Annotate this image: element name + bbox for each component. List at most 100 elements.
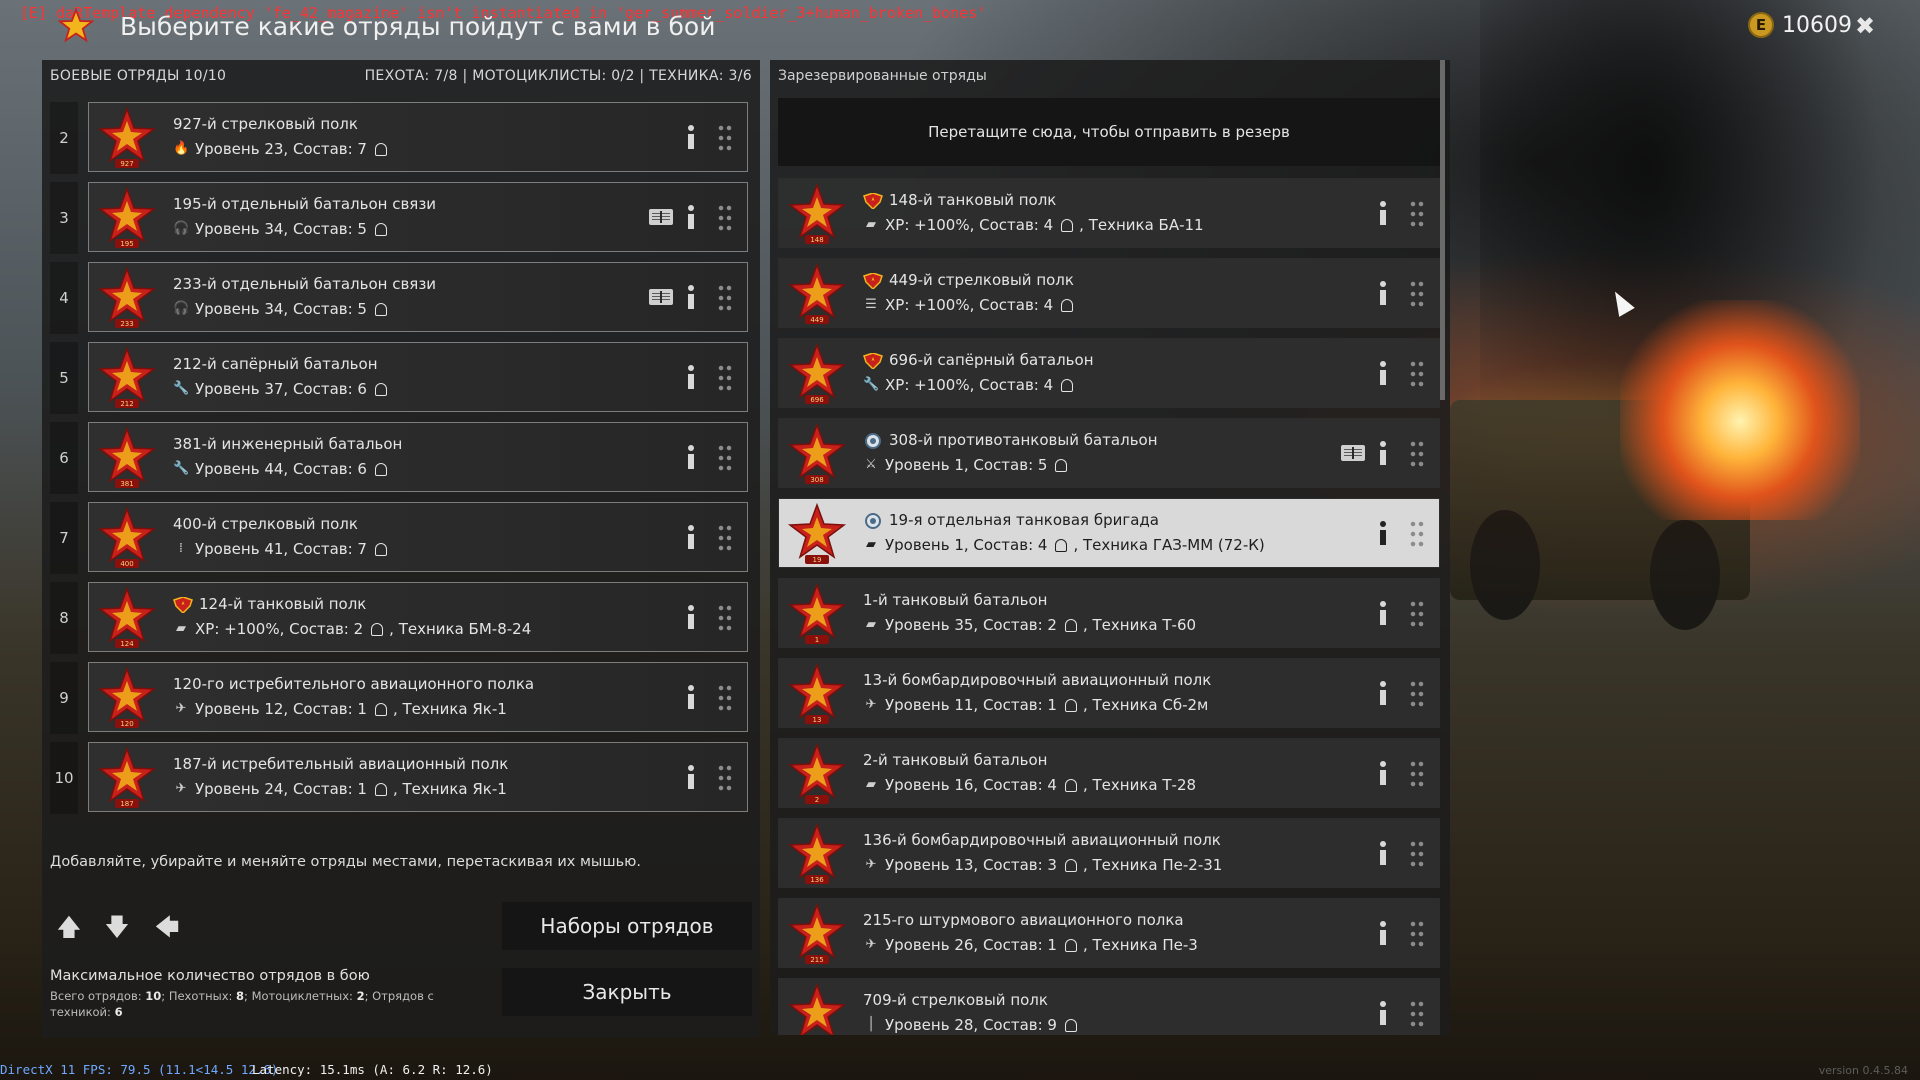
drag-handle-icon[interactable]	[1409, 279, 1425, 309]
squad-row[interactable]: 6 381 381-й инженерный батальон 🔧 Уровен…	[50, 422, 752, 494]
squad-card[interactable]: 187 187-й истребительный авиационный пол…	[88, 742, 748, 812]
squad-row[interactable]: 136 136-й бомбардировочный авиационный п…	[778, 818, 1440, 890]
arrow-left-icon[interactable]: 🡄	[152, 912, 182, 942]
squad-row[interactable]: 2 927 927-й стрелковый полк 🔥 Уровень 23…	[50, 102, 752, 174]
squad-card[interactable]: 148 148-й танковый полк ▰ XP: +100%, Сос…	[778, 178, 1440, 248]
squad-row[interactable]: 148 148-й танковый полк ▰ XP: +100%, Сос…	[778, 178, 1440, 250]
info-icon[interactable]	[1377, 841, 1389, 867]
info-icon[interactable]	[1377, 521, 1389, 547]
reserve-scrollbar[interactable]	[1440, 60, 1445, 400]
info-icon[interactable]	[685, 205, 697, 231]
info-icon[interactable]	[1377, 1001, 1389, 1027]
squad-row[interactable]: 308 308-й противотанковый батальон ⚔ Уро…	[778, 418, 1440, 490]
drag-handle-icon[interactable]	[717, 203, 733, 233]
info-icon[interactable]	[685, 365, 697, 391]
info-icon[interactable]	[1377, 761, 1389, 787]
info-icon[interactable]	[1377, 921, 1389, 947]
squad-row[interactable]: 8 124 124-й танковый полк ▰ XP: +100%, С…	[50, 582, 752, 654]
info-icon[interactable]	[685, 525, 697, 551]
reserve-dropzone[interactable]: Перетащите сюда, чтобы отправить в резер…	[778, 98, 1440, 166]
tank-icon: ▰	[866, 217, 876, 232]
drag-handle-icon[interactable]	[717, 603, 733, 633]
squad-card[interactable]: 2 2-й танковый батальон ▰ Уровень 16, Со…	[778, 738, 1440, 808]
squad-row[interactable]: 1 1-й танковый батальон ▰ Уровень 35, Со…	[778, 578, 1440, 650]
squad-card[interactable]: 212 212-й сапёрный батальон 🔧 Уровень 37…	[88, 342, 748, 412]
info-icon[interactable]	[685, 285, 697, 311]
drag-handle-icon[interactable]	[717, 763, 733, 793]
squad-badge-number: 136	[810, 876, 824, 884]
squad-card[interactable]: 13 13-й бомбардировочный авиационный пол…	[778, 658, 1440, 728]
drag-handle-icon[interactable]	[717, 363, 733, 393]
squad-row[interactable]: 13 13-й бомбардировочный авиационный пол…	[778, 658, 1440, 730]
squad-card[interactable]: 1 1-й танковый батальон ▰ Уровень 35, Со…	[778, 578, 1440, 648]
drag-handle-icon[interactable]	[1409, 519, 1425, 549]
info-icon[interactable]	[1377, 361, 1389, 387]
arrow-up-icon[interactable]: 🡅	[54, 912, 84, 942]
info-icon[interactable]	[685, 685, 697, 711]
info-icon[interactable]	[1377, 201, 1389, 227]
drag-handle-icon[interactable]	[1409, 839, 1425, 869]
drag-handle-icon[interactable]	[1409, 439, 1425, 469]
fps-counter: DirectX 11 FPS: 79.5 (11.1<14.5 12.6)	[0, 1062, 279, 1077]
drag-handle-icon[interactable]	[717, 123, 733, 153]
squad-card[interactable]: 215 215-го штурмового авиационного полка…	[778, 898, 1440, 968]
drag-handle-icon[interactable]	[1409, 599, 1425, 629]
squad-card[interactable]: 124 124-й танковый полк ▰ XP: +100%, Сос…	[88, 582, 748, 652]
squad-card[interactable]: 195 195-й отдельный батальон связи 🎧 Уро…	[88, 182, 748, 252]
squad-card[interactable]: 709-й стрелковый полк │ Уровень 28, Сост…	[778, 978, 1440, 1035]
squad-row[interactable]: 2 2-й танковый батальон ▰ Уровень 16, Со…	[778, 738, 1440, 810]
max-squads-title: Максимальное количество отрядов в бою	[50, 968, 370, 984]
book-icon[interactable]	[649, 289, 673, 305]
squad-row[interactable]: 4 233 233-й отдельный батальон связи 🎧 У…	[50, 262, 752, 334]
squad-card[interactable]: 120 120-го истребительного авиационного …	[88, 662, 748, 732]
squad-stats: ▰ XP: +100%, Состав: 2 , Техника БМ-8-24	[173, 620, 531, 638]
squad-card[interactable]: 19 19-я отдельная танковая бригада ▰ Уро…	[778, 498, 1440, 568]
squad-card[interactable]: 381 381-й инженерный батальон 🔧 Уровень …	[88, 422, 748, 492]
drag-handle-icon[interactable]	[1409, 359, 1425, 389]
squad-vehicle: , Техника ГАЗ-ММ (72-К)	[1073, 536, 1265, 554]
squad-row[interactable]: 10 187 187-й истребительный авиационный …	[50, 742, 752, 814]
squad-row[interactable]: 449 449-й стрелковый полк ☰ XP: +100%, С…	[778, 258, 1440, 330]
squad-card[interactable]: 308 308-й противотанковый батальон ⚔ Уро…	[778, 418, 1440, 488]
squad-card[interactable]: 449 449-й стрелковый полк ☰ XP: +100%, С…	[778, 258, 1440, 328]
info-icon[interactable]	[1377, 441, 1389, 467]
squad-card[interactable]: 927 927-й стрелковый полк 🔥 Уровень 23, …	[88, 102, 748, 172]
squad-row[interactable]: 215 215-го штурмового авиационного полка…	[778, 898, 1440, 970]
drag-handle-icon[interactable]	[1409, 919, 1425, 949]
squad-card[interactable]: 696 696-й сапёрный батальон 🔧 XP: +100%,…	[778, 338, 1440, 408]
drag-handle-icon[interactable]	[717, 523, 733, 553]
book-icon[interactable]	[1341, 445, 1365, 461]
squad-name: 449-й стрелковый полк	[889, 271, 1074, 289]
drag-handle-icon[interactable]	[717, 283, 733, 313]
drag-handle-icon[interactable]	[1409, 999, 1425, 1029]
drag-handle-icon[interactable]	[717, 443, 733, 473]
squad-name: 212-й сапёрный батальон	[173, 355, 378, 373]
info-icon[interactable]	[685, 605, 697, 631]
info-icon[interactable]	[1377, 281, 1389, 307]
drag-handle-icon[interactable]	[1409, 759, 1425, 789]
info-icon[interactable]	[1377, 681, 1389, 707]
info-icon[interactable]	[685, 125, 697, 151]
squad-row[interactable]: 7 400 400-й стрелковый полк ⁞ Уровень 41…	[50, 502, 752, 574]
squad-card[interactable]: 136 136-й бомбардировочный авиационный п…	[778, 818, 1440, 888]
info-icon[interactable]	[685, 445, 697, 471]
squad-card[interactable]: 233 233-й отдельный батальон связи 🎧 Уро…	[88, 262, 748, 332]
info-icon[interactable]	[685, 765, 697, 791]
close-icon[interactable]: ✖	[1855, 12, 1875, 40]
drag-handle-icon[interactable]	[1409, 679, 1425, 709]
arrow-down-icon[interactable]: 🡇	[102, 912, 132, 942]
info-icon[interactable]	[1377, 601, 1389, 627]
drag-handle-icon[interactable]	[1409, 199, 1425, 229]
squad-card[interactable]: 400 400-й стрелковый полк ⁞ Уровень 41, …	[88, 502, 748, 572]
squad-row[interactable]: 9 120 120-го истребительного авиационног…	[50, 662, 752, 734]
book-icon[interactable]	[649, 209, 673, 225]
drag-handle-icon[interactable]	[717, 683, 733, 713]
squad-row[interactable]: 19 19-я отдельная танковая бригада ▰ Уро…	[778, 498, 1440, 570]
squad-row[interactable]: 5 212 212-й сапёрный батальон 🔧 Уровень …	[50, 342, 752, 414]
squad-row[interactable]: 3 195 195-й отдельный батальон связи 🎧 У…	[50, 182, 752, 254]
squad-row[interactable]: 696 696-й сапёрный батальон 🔧 XP: +100%,…	[778, 338, 1440, 410]
squad-row[interactable]: 709-й стрелковый полк │ Уровень 28, Сост…	[778, 978, 1440, 1035]
close-button[interactable]: Закрыть	[502, 968, 752, 1016]
squad-sets-button[interactable]: Наборы отрядов	[502, 902, 752, 950]
tank-icon: ▰	[866, 617, 876, 632]
